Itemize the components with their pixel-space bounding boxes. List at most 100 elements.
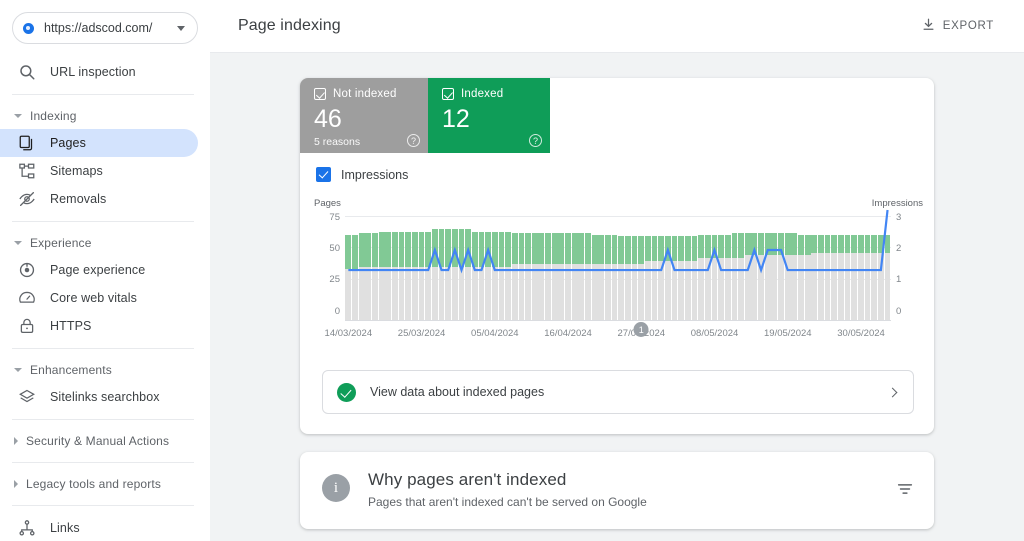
sidebar-item-label: Sitelinks searchbox (50, 390, 160, 404)
triangle-down-icon (14, 241, 22, 245)
sitelinks-searchbox-icon (18, 388, 36, 406)
sidebar-divider (12, 348, 194, 349)
sidebar-section-label: Experience (30, 236, 92, 250)
help-icon[interactable]: ? (529, 134, 542, 147)
tab-value: 46 (314, 105, 342, 133)
chevron-down-icon (177, 25, 185, 31)
why-card-title: Why pages aren't indexed (368, 470, 567, 489)
sidebar-item-removals[interactable]: Removals (0, 185, 198, 213)
sidebar-item-links[interactable]: Links (0, 514, 198, 541)
sidebar-section-enhancements[interactable]: Enhancements (0, 357, 210, 383)
impressions-line (345, 210, 891, 270)
y2-tick: 1 (896, 274, 902, 285)
y2-axis-title: Impressions (871, 198, 923, 209)
chart-plot-area (345, 210, 891, 320)
view-data-label: View data about indexed pages (370, 385, 545, 399)
sidebar-item-label: HTTPS (50, 319, 92, 333)
sidebar-item-label: Sitemaps (50, 164, 103, 178)
tab-not-indexed[interactable]: Not indexed 46 5 reasons ? (300, 78, 428, 153)
page-indexing-chart-card: Not indexed 46 5 reasons ? Indexed 12 ? (300, 78, 934, 434)
why-card-subtitle: Pages that aren't indexed can't be serve… (368, 495, 647, 509)
y2-tick: 0 (896, 306, 902, 317)
sidebar-divider (12, 221, 194, 222)
sitemaps-icon (18, 162, 36, 180)
sidebar-section-label: Enhancements (30, 363, 112, 377)
triangle-down-icon (14, 368, 22, 372)
sidebar-item-label: Core web vitals (50, 291, 137, 305)
why-card-body: i Why pages aren't indexed Pages that ar… (300, 452, 934, 529)
export-button[interactable]: EXPORT (915, 11, 1000, 41)
impressions-legend-toggle[interactable]: Impressions (300, 153, 934, 182)
triangle-down-icon (14, 114, 22, 118)
core-web-vitals-icon (18, 289, 36, 307)
sidebar-divider (12, 462, 194, 463)
tab-sublabel: 5 reasons (314, 136, 361, 148)
sidebar-item-label: Pages (50, 136, 86, 150)
removals-eye-off-icon (18, 190, 36, 208)
sidebar-section-experience[interactable]: Experience (0, 230, 210, 256)
content-scroll-area: Not indexed 46 5 reasons ? Indexed 12 ? (210, 53, 1024, 541)
status-tabs: Not indexed 46 5 reasons ? Indexed 12 ? (300, 78, 934, 153)
sidebar-section-indexing[interactable]: Indexing (0, 103, 210, 129)
triangle-right-icon (14, 480, 18, 488)
export-label: EXPORT (942, 20, 994, 32)
x-axis-labels: 14/03/2024 25/03/2024 05/04/2024 16/04/2024… (325, 328, 891, 344)
impressions-label: Impressions (341, 167, 409, 182)
lock-icon (18, 317, 36, 335)
view-indexed-data-row[interactable]: View data about indexed pages (322, 370, 914, 414)
x-axis-tick-label: 05/04/2024 (471, 328, 519, 339)
triangle-right-icon (14, 437, 18, 445)
y-axis-title: Pages (314, 198, 341, 209)
sidebar-item-core-web-vitals[interactable]: Core web vitals (0, 284, 198, 312)
filter-icon[interactable] (896, 480, 914, 503)
help-icon[interactable]: ? (407, 134, 420, 147)
sidebar-item-pages[interactable]: Pages (0, 129, 198, 157)
info-icon: i (322, 474, 350, 502)
sidebar-section-label: Security & Manual Actions (26, 434, 170, 448)
why-pages-not-indexed-card: i Why pages aren't indexed Pages that ar… (300, 452, 934, 529)
sidebar-item-sitelinks-searchbox[interactable]: Sitelinks searchbox (0, 383, 198, 411)
sidebar-group-enhancements: Sitelinks searchbox (0, 383, 210, 411)
sidebar-section-label: Indexing (30, 109, 77, 123)
search-icon (18, 63, 36, 81)
sidebar-section-label: Legacy tools and reports (26, 477, 162, 491)
sidebar-divider (12, 419, 194, 420)
property-dot-icon (19, 19, 37, 37)
tab-label: Not indexed (333, 88, 397, 100)
page-title: Page indexing (238, 17, 341, 34)
sidebar-group-indexing: Pages Sitemaps Removals (0, 129, 210, 213)
tab-header: Not indexed (314, 88, 414, 100)
y-tick: 25 (329, 274, 340, 285)
sidebar: https://adscod.com/ URL inspection Index… (0, 0, 210, 541)
y-tick: 50 (329, 243, 340, 254)
property-url: https://adscod.com/ (44, 21, 153, 35)
chevron-right-icon[interactable] (887, 387, 898, 397)
x-axis-tick-label: 19/05/2024 (764, 328, 812, 339)
x-axis-tick-label: 30/05/2024 (837, 328, 885, 339)
sidebar-item-url-inspection[interactable]: URL inspection (0, 58, 198, 86)
tab-label: Indexed (461, 88, 504, 100)
x-axis-line (345, 320, 891, 321)
sidebar-item-label: Links (50, 521, 80, 535)
page-experience-icon (18, 261, 36, 279)
sidebar-item-https[interactable]: HTTPS (0, 312, 198, 340)
sidebar-item-label: Removals (50, 192, 107, 206)
property-selector[interactable]: https://adscod.com/ (12, 12, 198, 44)
tab-header: Indexed (442, 88, 536, 100)
check-circle-icon (337, 382, 356, 402)
checkbox-checked-icon[interactable] (442, 88, 454, 100)
main-content: Page indexing EXPORT Not indexed 46 5 re… (210, 0, 1024, 541)
tab-indexed[interactable]: Indexed 12 ? (428, 78, 550, 153)
indexing-chart: Pages Impressions 75 50 25 0 3 2 1 0 14/… (300, 196, 934, 356)
y2-tick: 2 (896, 243, 902, 254)
links-icon (18, 519, 36, 537)
checkbox-checked-icon[interactable] (316, 167, 331, 182)
checkbox-checked-icon[interactable] (314, 88, 326, 100)
sidebar-section-legacy-tools[interactable]: Legacy tools and reports (0, 471, 210, 497)
pages-icon (18, 134, 36, 152)
chart-annotation-marker[interactable]: 1 (633, 322, 649, 337)
sidebar-item-page-experience[interactable]: Page experience (0, 256, 198, 284)
tab-value: 12 (442, 105, 470, 133)
sidebar-section-security-manual-actions[interactable]: Security & Manual Actions (0, 428, 210, 454)
sidebar-item-sitemaps[interactable]: Sitemaps (0, 157, 198, 185)
